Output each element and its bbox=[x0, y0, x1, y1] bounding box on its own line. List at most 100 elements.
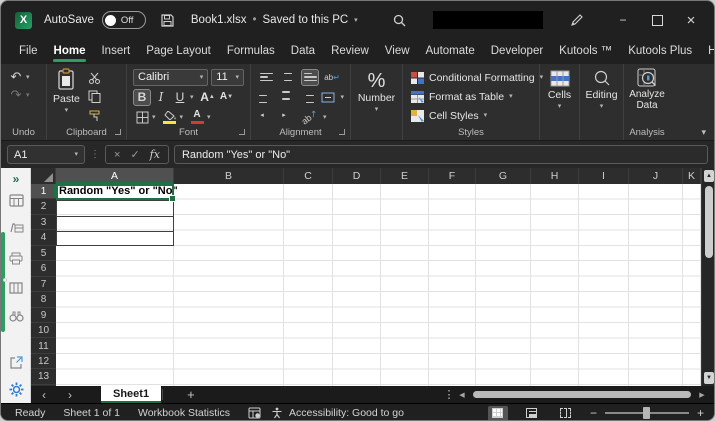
row-header-10[interactable]: 10 bbox=[31, 323, 56, 339]
settings-gear-icon[interactable] bbox=[1, 382, 31, 397]
middle-align-button[interactable] bbox=[279, 69, 297, 86]
drag-handle-icon[interactable]: ⋮ bbox=[90, 149, 100, 160]
row-header-9[interactable]: 9 bbox=[31, 308, 56, 324]
row-header-7[interactable]: 7 bbox=[31, 277, 56, 293]
horizontal-scroll-track[interactable] bbox=[468, 390, 696, 399]
row-header-12[interactable]: 12 bbox=[31, 354, 56, 370]
tab-insert[interactable]: Insert bbox=[93, 42, 138, 62]
align-left-button[interactable] bbox=[257, 89, 274, 106]
tab-review[interactable]: Review bbox=[323, 42, 377, 62]
clipboard-dialog-launcher[interactable] bbox=[115, 129, 123, 137]
confirm-entry-icon[interactable]: ✓ bbox=[130, 148, 139, 161]
formula-input[interactable]: Random "Yes" or "No" bbox=[173, 145, 708, 164]
sidebar-drag-dot[interactable] bbox=[3, 278, 7, 282]
number-format-button[interactable]: % Number ▾ bbox=[357, 68, 396, 132]
minimize-button[interactable]: − bbox=[606, 7, 640, 33]
decrease-font-size-button[interactable]: A▼ bbox=[218, 89, 236, 106]
name-box[interactable]: A1 ▾ bbox=[7, 145, 85, 164]
page-break-view-button[interactable] bbox=[556, 406, 576, 421]
normal-view-button[interactable] bbox=[487, 405, 508, 420]
next-sheet-icon[interactable]: › bbox=[57, 388, 83, 402]
horizontal-scroll-thumb[interactable] bbox=[472, 391, 692, 398]
font-size-select[interactable]: 11 ▾ bbox=[211, 68, 244, 86]
maximize-button[interactable] bbox=[640, 7, 674, 33]
paste-button[interactable]: Paste ▾ bbox=[53, 68, 80, 126]
scroll-right-icon[interactable]: ▶ bbox=[696, 391, 708, 399]
cancel-entry-icon[interactable]: × bbox=[114, 149, 120, 161]
sidebar-expand-icon[interactable]: » bbox=[1, 172, 31, 186]
previous-sheet-icon[interactable]: ‹ bbox=[31, 388, 57, 402]
cut-button[interactable] bbox=[86, 69, 104, 86]
zoom-slider[interactable] bbox=[604, 407, 689, 419]
scroll-down-icon[interactable]: ▼ bbox=[704, 372, 714, 384]
page-layout-view-button[interactable] bbox=[522, 406, 542, 421]
add-sheet-button[interactable]: + bbox=[187, 387, 195, 402]
column-header-g[interactable]: G bbox=[476, 168, 531, 184]
tab-help[interactable]: Help bbox=[700, 42, 714, 62]
scroll-left-icon[interactable]: ◀ bbox=[456, 391, 468, 399]
row-header-5[interactable]: 5 bbox=[31, 246, 56, 262]
sheet-options-icon[interactable]: ⋮ bbox=[442, 388, 456, 401]
open-pane-icon[interactable] bbox=[1, 356, 31, 369]
find-binoculars-icon[interactable] bbox=[1, 310, 31, 322]
top-align-button[interactable] bbox=[257, 69, 275, 86]
row-header-2[interactable]: 2 bbox=[31, 199, 56, 215]
decrease-indent-button[interactable]: ◂ bbox=[257, 109, 275, 126]
alignment-dialog-launcher[interactable] bbox=[339, 129, 347, 137]
font-color-button[interactable]: A bbox=[188, 109, 206, 126]
document-title[interactable]: Book1.xlsx • Saved to this PC ▾ bbox=[191, 14, 358, 26]
redo-button[interactable]: ↷ bbox=[7, 87, 25, 104]
search-icon[interactable] bbox=[392, 13, 407, 28]
conditional-formatting-button[interactable]: Conditional Formatting ▾ bbox=[411, 68, 543, 87]
row-header-1[interactable]: 1 bbox=[31, 184, 56, 200]
autosave-toggle[interactable]: Off bbox=[101, 11, 146, 29]
scroll-up-icon[interactable]: ▲ bbox=[704, 170, 714, 182]
editing-button[interactable]: Editing ▾ bbox=[585, 68, 618, 130]
accessibility-icon[interactable] bbox=[271, 407, 283, 419]
grid-body[interactable]: 1234567891011121314 Random "Yes" or "No" bbox=[31, 184, 701, 386]
underline-button[interactable]: U bbox=[171, 89, 189, 106]
row-header-13[interactable]: 13 bbox=[31, 369, 56, 385]
name-manager-pane-icon[interactable] bbox=[1, 222, 31, 234]
tab-kutools[interactable]: Kutools ™ bbox=[551, 42, 620, 62]
tab-data[interactable]: Data bbox=[283, 42, 323, 62]
increase-indent-button[interactable]: ▸ bbox=[279, 109, 297, 126]
column-header-a[interactable]: A bbox=[56, 168, 174, 184]
cell-styles-button[interactable]: Cell Styles ▾ bbox=[411, 106, 533, 125]
insert-function-icon[interactable]: fx bbox=[150, 148, 160, 161]
bold-button[interactable]: B bbox=[133, 88, 151, 106]
row-header-8[interactable]: 8 bbox=[31, 292, 56, 308]
tab-view[interactable]: View bbox=[377, 42, 418, 62]
column-header-f[interactable]: F bbox=[429, 168, 476, 184]
workbook-statistics-button[interactable]: Workbook Statistics bbox=[138, 407, 230, 419]
tab-automate[interactable]: Automate bbox=[418, 42, 483, 62]
active-cell-selection[interactable] bbox=[56, 184, 175, 201]
borders-button[interactable] bbox=[133, 109, 151, 126]
column-list-pane-icon[interactable] bbox=[1, 282, 31, 294]
macro-record-icon[interactable] bbox=[248, 407, 261, 419]
italic-button[interactable]: I bbox=[152, 89, 170, 106]
column-header-d[interactable]: D bbox=[333, 168, 381, 184]
select-all-button[interactable] bbox=[31, 168, 56, 184]
column-header-c[interactable]: C bbox=[284, 168, 333, 184]
zoom-slider-thumb[interactable] bbox=[642, 407, 650, 419]
column-header-k[interactable]: K bbox=[683, 168, 701, 184]
increase-font-size-button[interactable]: A▲ bbox=[199, 89, 217, 106]
tab-file[interactable]: File bbox=[11, 42, 46, 62]
align-right-button[interactable] bbox=[299, 89, 316, 106]
printer-icon[interactable] bbox=[1, 252, 31, 265]
tab-developer[interactable]: Developer bbox=[483, 42, 551, 62]
merge-center-button[interactable] bbox=[320, 89, 337, 106]
cells-button[interactable]: Cells ▾ bbox=[546, 68, 573, 130]
worksheets-pane-icon[interactable] bbox=[1, 194, 31, 207]
vertical-scroll-thumb[interactable] bbox=[705, 186, 713, 258]
fill-handle[interactable] bbox=[170, 196, 175, 201]
format-as-table-button[interactable]: Format as Table ▾ bbox=[411, 87, 533, 106]
font-dialog-launcher[interactable] bbox=[239, 129, 247, 137]
horizontal-scrollbar[interactable]: ◀ ▶ bbox=[456, 390, 708, 399]
center-button[interactable] bbox=[278, 89, 295, 106]
tab-home[interactable]: Home bbox=[46, 42, 94, 62]
tab-formulas[interactable]: Formulas bbox=[219, 42, 283, 62]
font-family-select[interactable]: Calibri ▾ bbox=[133, 68, 209, 86]
collapse-ribbon-icon[interactable]: ▾ bbox=[701, 127, 706, 138]
